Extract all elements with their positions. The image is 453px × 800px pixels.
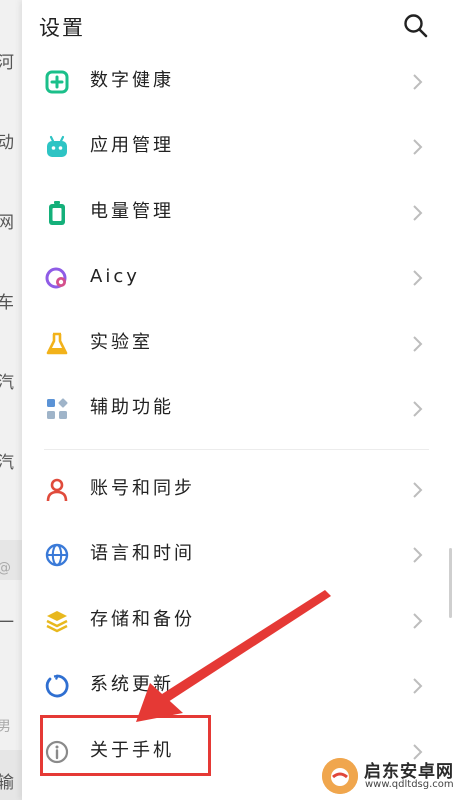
- lab-flask-icon: [46, 332, 68, 355]
- accessibility-icon: [47, 398, 68, 419]
- settings-item-label: 辅助功能: [90, 397, 174, 418]
- settings-item-label: 电量管理: [90, 201, 174, 222]
- settings-item-label: 语言和时间: [90, 543, 195, 564]
- system-update-icon: [45, 674, 69, 698]
- settings-item-account-sync[interactable]: 账号和同步: [22, 457, 432, 521]
- chevron-right-icon: [413, 401, 423, 417]
- background-page: 河 动 网 车 汽 汽 @ 一 男 输: [0, 0, 22, 800]
- chevron-right-icon: [413, 336, 423, 352]
- background-text: 输: [0, 773, 14, 793]
- chevron-right-icon: [413, 270, 423, 286]
- settings-item-label: 数字健康: [90, 70, 174, 91]
- background-text: @: [0, 560, 11, 576]
- watermark-logo-icon: [322, 758, 358, 794]
- account-icon: [46, 478, 68, 502]
- settings-item-label: 存储和备份: [90, 609, 195, 630]
- aicy-icon: [45, 267, 67, 289]
- settings-panel: 设置 数字健康 应用管理 电量管理 Aicy 实验室 辅助功能 账号和同步 语言…: [22, 0, 453, 800]
- settings-item-digital-wellbeing[interactable]: 数字健康: [22, 49, 432, 113]
- settings-item-label: 实验室: [90, 332, 153, 353]
- background-text: 车: [0, 293, 14, 313]
- storage-layers-icon: [46, 611, 68, 633]
- background-text: 河: [0, 53, 14, 73]
- chevron-right-icon: [413, 139, 423, 155]
- chevron-right-icon: [413, 547, 423, 563]
- settings-header: 设置: [22, 0, 453, 52]
- chevron-right-icon: [413, 678, 423, 694]
- background-text: 汽: [0, 373, 14, 393]
- settings-item-label: Aicy: [90, 266, 140, 287]
- settings-item-language-time[interactable]: 语言和时间: [22, 522, 432, 586]
- settings-item-aicy[interactable]: Aicy: [22, 245, 432, 309]
- settings-item-label: 应用管理: [90, 135, 174, 156]
- globe-icon: [45, 543, 69, 567]
- settings-item-battery[interactable]: 电量管理: [22, 180, 432, 244]
- settings-item-lab[interactable]: 实验室: [22, 311, 432, 375]
- chevron-right-icon: [413, 482, 423, 498]
- settings-item-accessibility[interactable]: 辅助功能: [22, 376, 432, 440]
- digital-wellbeing-icon: [45, 70, 69, 94]
- chevron-right-icon: [413, 74, 423, 90]
- background-text: 动: [0, 133, 14, 153]
- chevron-right-icon: [413, 613, 423, 629]
- search-button[interactable]: [402, 12, 430, 40]
- background-text: 汽: [0, 453, 14, 473]
- settings-item-label: 系统更新: [90, 674, 174, 695]
- watermark-url: www.qdltdsg.com: [365, 779, 453, 790]
- settings-item-storage-backup[interactable]: 存储和备份: [22, 588, 432, 652]
- app-management-icon: [47, 135, 67, 157]
- chevron-right-icon: [413, 205, 423, 221]
- background-text: 男: [0, 719, 11, 735]
- background-text: 一: [0, 613, 14, 633]
- page-title: 设置: [39, 16, 85, 40]
- settings-item-app-management[interactable]: 应用管理: [22, 114, 432, 178]
- background-text: 网: [0, 213, 14, 233]
- settings-item-system-update[interactable]: 系统更新: [22, 653, 432, 717]
- watermark: 启东安卓网 www.qdltdsg.com: [318, 754, 453, 800]
- battery-icon: [49, 201, 65, 225]
- search-icon: [404, 14, 428, 38]
- scrollbar[interactable]: [449, 548, 452, 618]
- settings-item-label: 账号和同步: [90, 478, 195, 499]
- highlight-box: [40, 715, 211, 776]
- section-divider: [44, 449, 429, 450]
